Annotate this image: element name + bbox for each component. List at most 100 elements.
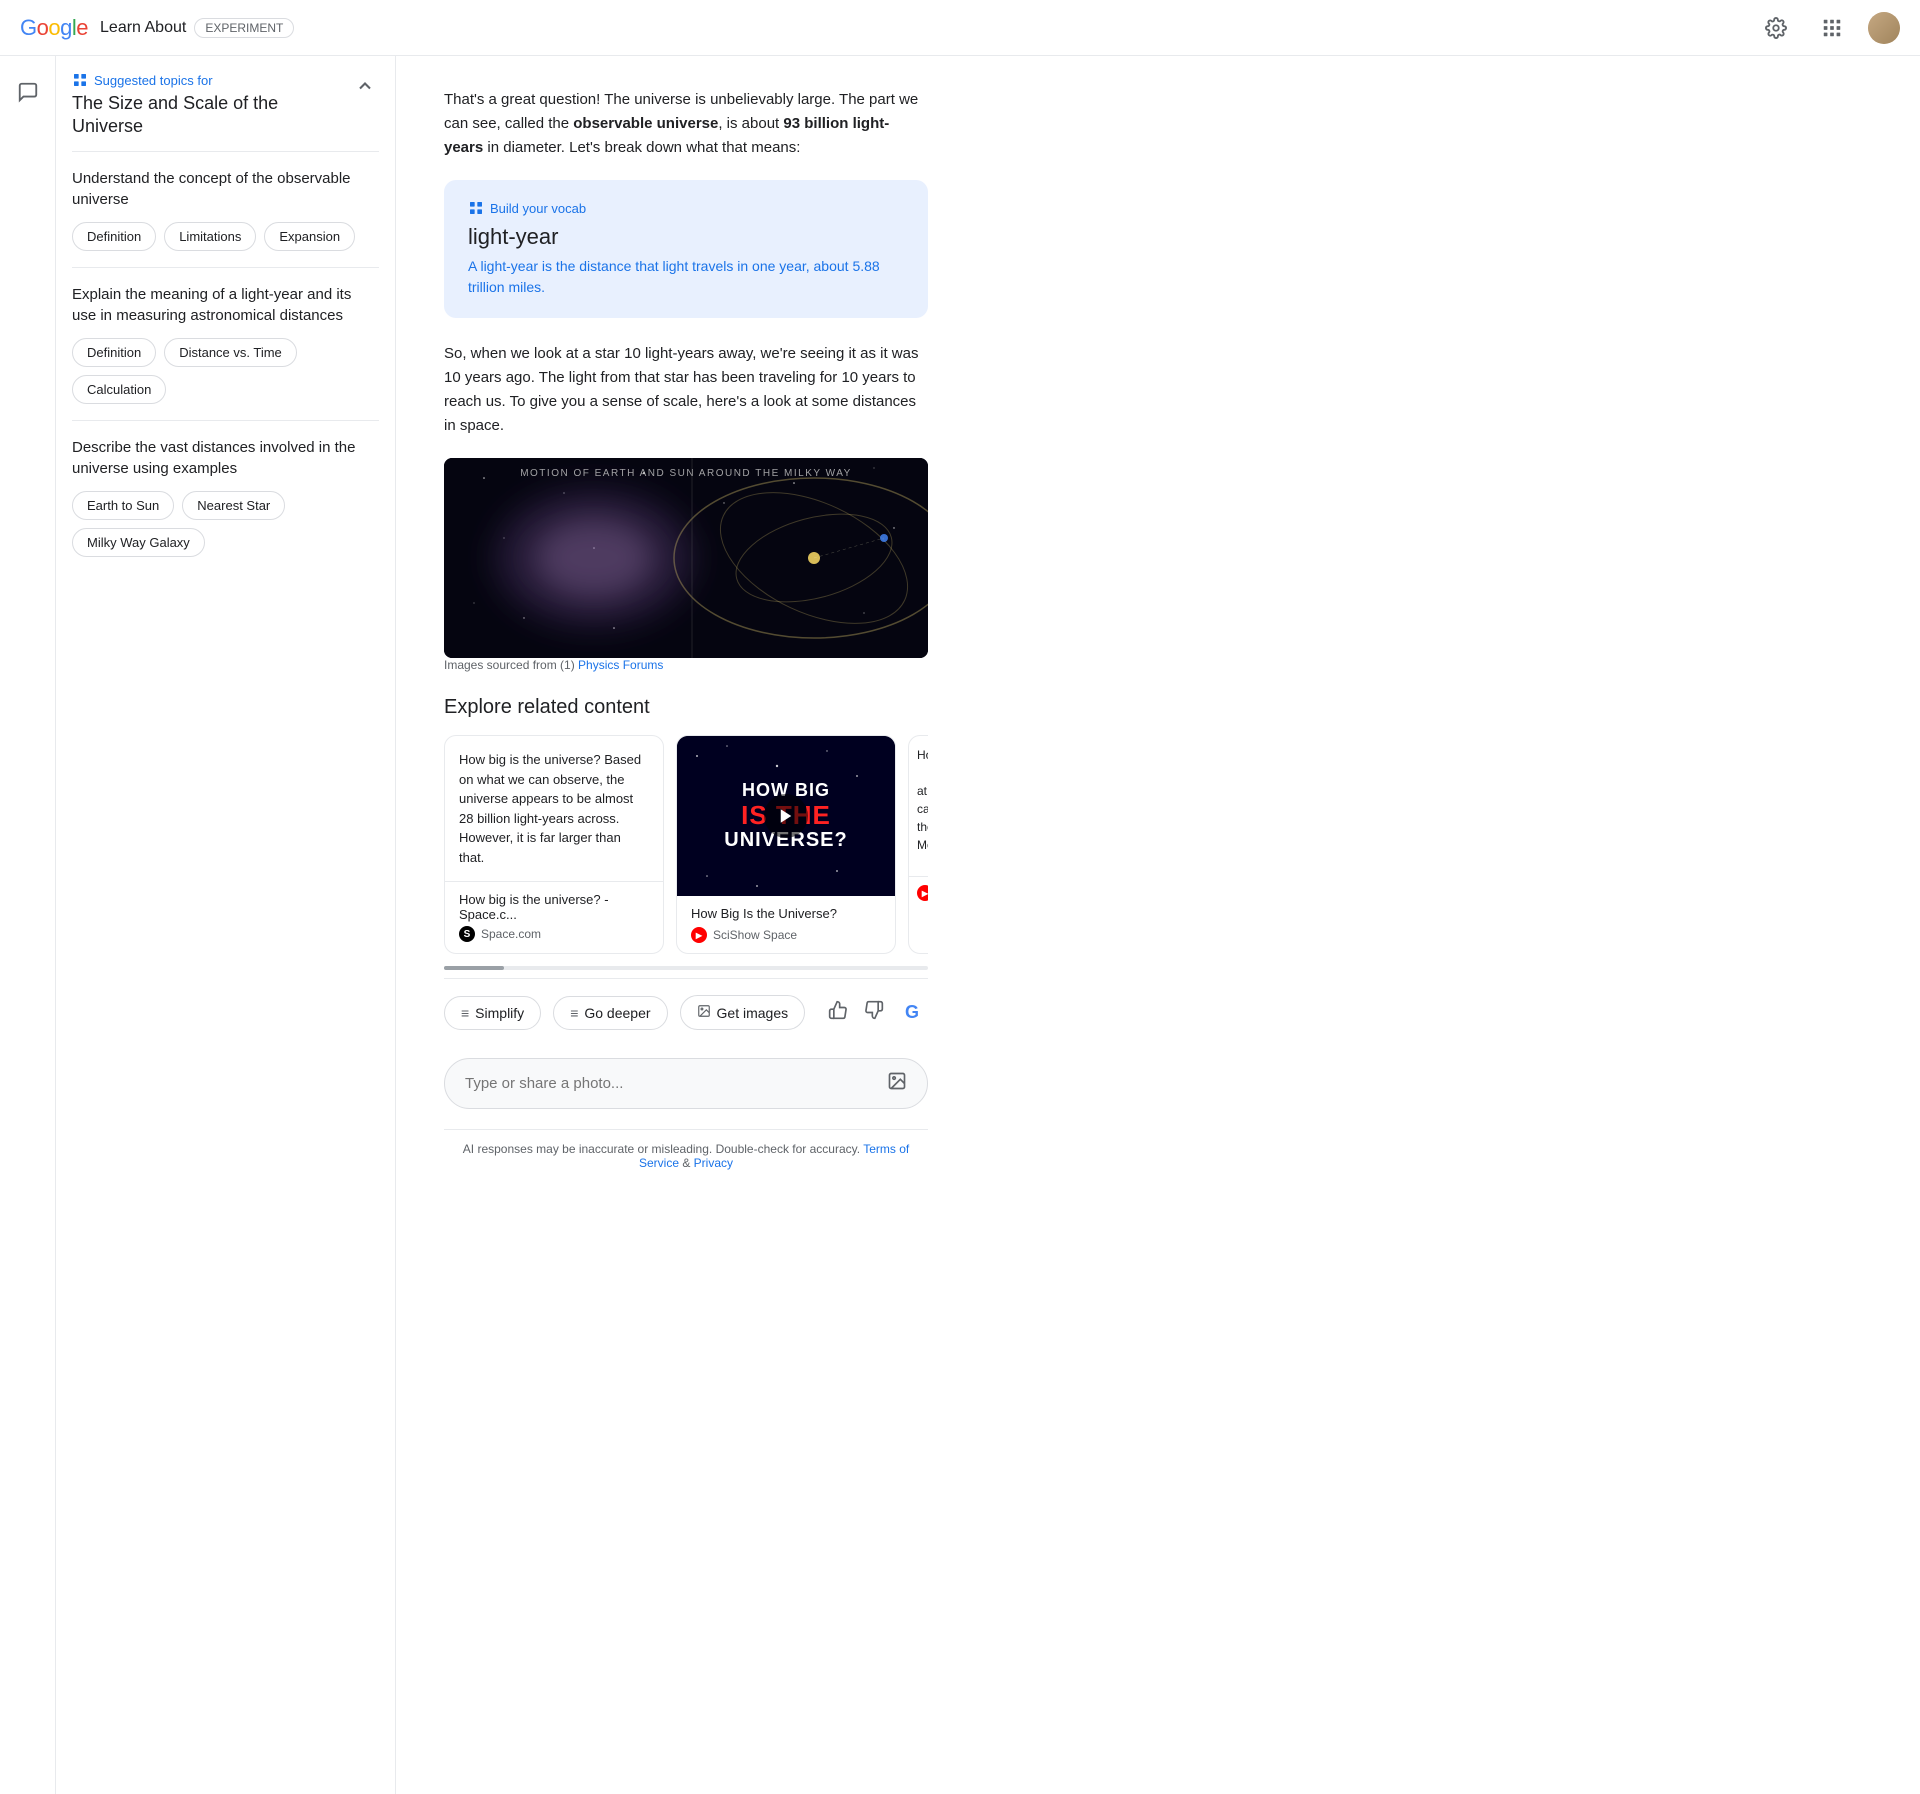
thumbs-down-button[interactable] [860,996,888,1029]
go-deeper-icon: ≡ [570,1005,578,1021]
content-area: That's a great question! The universe is… [396,56,976,1794]
collapse-topics-button[interactable] [351,72,379,105]
chip-earth-to-sun[interactable]: Earth to Sun [72,491,174,520]
youtube-icon: ▶ [691,927,707,943]
chip-definition-1[interactable]: Definition [72,222,156,251]
intro-paragraph: That's a great question! The universe is… [444,88,928,160]
topic-chips-3: Earth to Sun Nearest Star Milky Way Gala… [72,491,379,557]
body-paragraph: So, when we look at a star 10 light-year… [444,342,928,438]
chat-input[interactable] [465,1075,875,1092]
footer-separator: & [679,1156,694,1170]
chip-nearest-star[interactable]: Nearest Star [182,491,285,520]
privacy-link[interactable]: Privacy [694,1156,733,1170]
topic-chips-2: Definition Distance vs. Time Calculation [72,338,379,404]
get-images-button[interactable]: Get images [680,995,806,1030]
go-deeper-label: Go deeper [584,1005,650,1021]
chat-icon-button[interactable] [8,72,48,112]
chip-expansion[interactable]: Expansion [264,222,355,251]
action-bar: ≡ Simplify ≡ Go deeper Get images [444,978,928,1046]
partial-card[interactable]: How B...at the...call h...the va...Moon.… [908,735,928,954]
play-icon [777,807,795,825]
google-logo: Google [20,15,88,41]
youtube-card-image: HOW BIG IS THE UNIVERSE? [677,736,895,896]
partial-youtube-icon: ▶ [917,885,928,901]
space-com-card-title: How big is the universe? - Space.c... [459,892,649,922]
input-area [444,1046,928,1129]
galaxy-svg: MOTION OF EARTH AND SUN AROUND THE MILKY… [444,458,928,658]
scishow-space-label: SciShow Space [713,928,797,942]
header-icons [1756,8,1900,48]
galaxy-image-container: MOTION OF EARTH AND SUN AROUND THE MILKY… [444,458,928,658]
vocab-card-header: Build your vocab [468,200,904,216]
partial-card-footer: ▶ Yo... [909,877,928,909]
topic-section-3: Describe the vast distances involved in … [72,420,379,573]
topics-header: Suggested topics for The Size and Scale … [72,72,379,139]
settings-button[interactable] [1756,8,1796,48]
bold-observable: observable universe [573,115,718,132]
youtube-card-title: How Big Is the Universe? [691,906,837,921]
physics-forums-link[interactable]: Physics Forums [578,658,663,672]
topic-chips-1: Definition Limitations Expansion [72,222,379,251]
topic-section-2-title: Explain the meaning of a light-year and … [72,284,379,326]
space-com-label: Space.com [481,927,541,941]
space-com-card-footer: How big is the universe? - Space.c... S … [445,882,663,952]
cards-scroll-indicator [444,966,928,970]
cards-row[interactable]: How big is the universe? Based on what w… [444,735,928,962]
space-com-source: S Space.com [459,926,649,942]
chip-calculation[interactable]: Calculation [72,375,166,404]
explore-title: Explore related content [444,696,928,719]
image-upload-icon[interactable] [887,1071,907,1096]
play-button[interactable] [764,794,808,838]
image-caption-prefix: Images sourced from (1) [444,658,578,672]
youtube-card[interactable]: HOW BIG IS THE UNIVERSE? How Big Is the [676,735,896,954]
topic-section-3-title: Describe the vast distances involved in … [72,437,379,479]
vocab-card-header-label: Build your vocab [490,201,586,216]
left-rail [0,56,56,1794]
chip-definition-2[interactable]: Definition [72,338,156,367]
chip-distance-vs-time[interactable]: Distance vs. Time [164,338,297,367]
topics-panel: Suggested topics for The Size and Scale … [56,56,396,1794]
explore-section: Explore related content How big is the u… [444,696,928,970]
footer: AI responses may be inaccurate or mislea… [444,1129,928,1182]
footer-text: AI responses may be inaccurate or mislea… [463,1142,863,1156]
apps-button[interactable] [1812,8,1852,48]
simplify-icon: ≡ [461,1005,469,1021]
image-caption: Images sourced from (1) Physics Forums [444,658,928,672]
topics-panel-title: The Size and Scale of the Universe [72,92,351,139]
chip-milky-way-galaxy[interactable]: Milky Way Galaxy [72,528,205,557]
get-images-label: Get images [717,1005,789,1021]
feedback-icons: G [824,996,928,1029]
cards-scroll-thumb [444,966,504,970]
go-deeper-button[interactable]: ≡ Go deeper [553,996,667,1030]
avatar[interactable] [1868,12,1900,44]
google-button[interactable]: G [896,997,928,1029]
space-com-icon: S [459,926,475,942]
google-g-icon: G [905,1002,919,1023]
vocab-card: Build your vocab light-year A light-year… [444,180,928,318]
suggested-topics-icon [72,72,88,88]
main-layout: Suggested topics for The Size and Scale … [0,56,1920,1794]
input-box [444,1058,928,1109]
youtube-card-source: ▶ SciShow Space [691,927,797,943]
topic-section-2: Explain the meaning of a light-year and … [72,267,379,420]
partial-card-text: How B...at the...call h...the va...Moon.… [909,736,928,876]
vocab-word: light-year [468,224,904,250]
vocab-icon [468,200,484,216]
simplify-label: Simplify [475,1005,524,1021]
learn-about-label: Learn About [100,19,186,37]
vocab-definition: A light-year is the distance that light … [468,256,904,298]
experiment-badge: EXPERIMENT [194,18,294,38]
app-header: Google Learn About EXPERIMENT [0,0,1920,56]
space-com-card[interactable]: How big is the universe? Based on what w… [444,735,664,954]
chip-limitations[interactable]: Limitations [164,222,256,251]
simplify-button[interactable]: ≡ Simplify [444,996,541,1030]
suggested-for-label: Suggested topics for [94,73,213,88]
galaxy-title-text: MOTION OF EARTH AND SUN AROUND THE MILKY… [520,468,852,479]
topic-section-1-title: Understand the concept of the observable… [72,168,379,210]
topic-section-1: Understand the concept of the observable… [72,151,379,267]
partial-card-source: ▶ Yo... [917,885,928,901]
get-images-icon [697,1004,711,1021]
thumbs-up-button[interactable] [824,996,852,1029]
youtube-card-footer: How Big Is the Universe? ▶ SciShow Space [677,896,895,953]
space-com-card-text: How big is the universe? Based on what w… [445,736,663,881]
